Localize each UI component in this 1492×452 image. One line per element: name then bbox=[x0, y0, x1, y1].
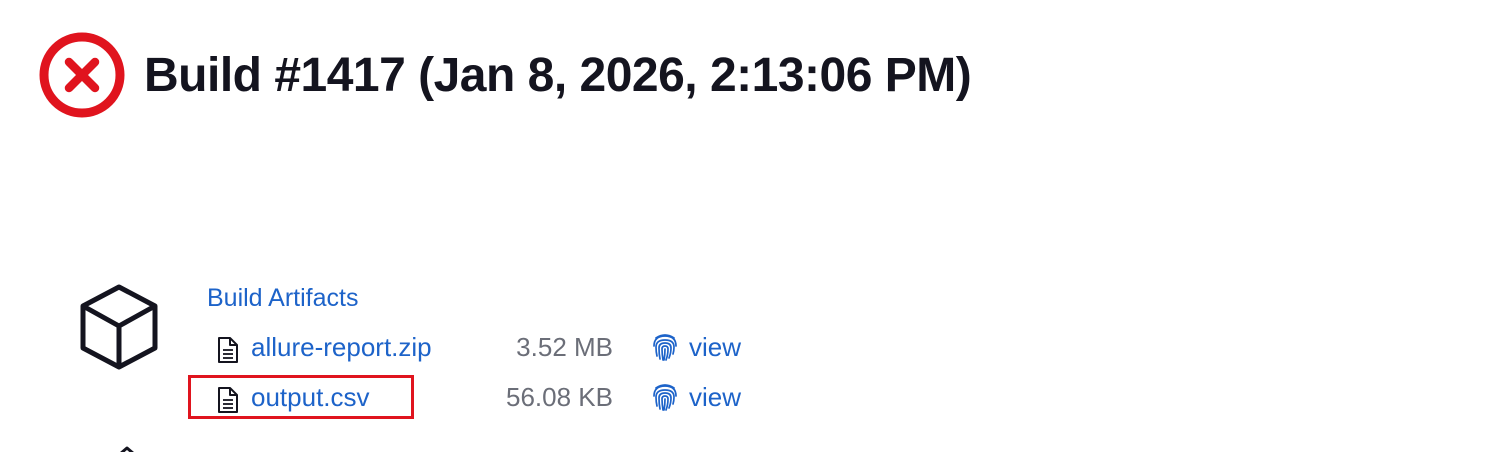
partial-icon bbox=[120, 446, 134, 452]
view-artifact-link[interactable]: view bbox=[651, 329, 741, 365]
build-page: Build #1417 (Jan 8, 2026, 2:13:06 PM) Bu… bbox=[0, 0, 1492, 452]
file-document-icon bbox=[218, 387, 238, 413]
build-header: Build #1417 (Jan 8, 2026, 2:13:06 PM) bbox=[38, 30, 972, 120]
artifact-row: allure-report.zip 3.52 MB view bbox=[215, 329, 775, 365]
fingerprint-icon bbox=[653, 384, 677, 411]
package-box-icon bbox=[80, 284, 158, 370]
artifact-file-link[interactable]: output.csv bbox=[251, 379, 370, 415]
build-artifacts-link[interactable]: Build Artifacts bbox=[207, 284, 358, 313]
file-document-icon bbox=[218, 337, 238, 363]
view-link-label: view bbox=[689, 382, 742, 412]
fingerprint-icon bbox=[653, 334, 677, 361]
artifact-file-size: 3.52 MB bbox=[516, 332, 613, 362]
view-link-label: view bbox=[689, 332, 742, 362]
page-title: Build #1417 (Jan 8, 2026, 2:13:06 PM) bbox=[144, 48, 972, 102]
failed-x-circle-icon bbox=[39, 32, 125, 118]
artifact-file-link[interactable]: allure-report.zip bbox=[251, 329, 432, 365]
artifact-row: output.csv 56.08 KB view bbox=[215, 379, 775, 415]
view-artifact-link[interactable]: view bbox=[651, 379, 741, 415]
artifact-file-size: 56.08 KB bbox=[506, 382, 613, 412]
